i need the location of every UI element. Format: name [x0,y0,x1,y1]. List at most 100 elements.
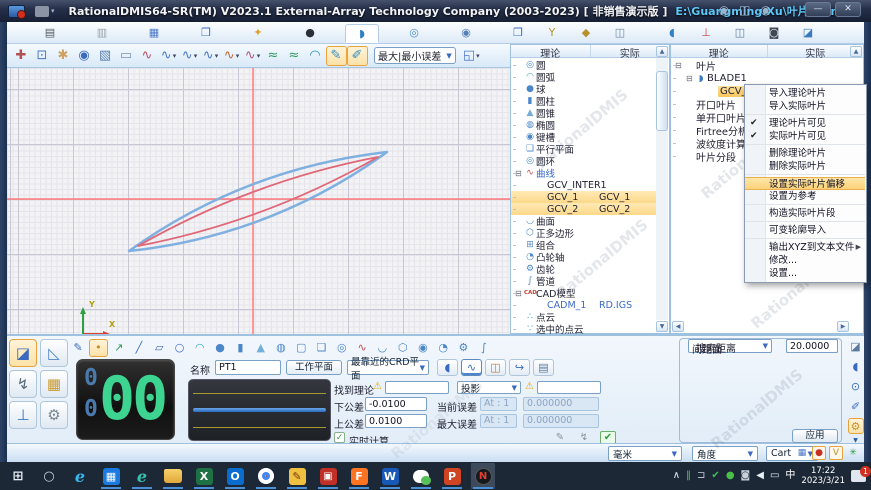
realtime-checkbox[interactable]: ✓ [334,432,345,443]
tab-blade2[interactable]: ◖ [655,24,689,43]
graph-window-icon[interactable]: ▦ [795,446,809,460]
foxit-icon[interactable]: F [347,463,371,489]
tree-item-gear[interactable]: ⚙ 齿轮 [511,263,657,275]
expander-icon[interactable]: ⊟ [675,61,684,70]
scroll-up-button[interactable]: ▲ [850,46,862,57]
units-select[interactable]: 毫米▼ [608,446,682,461]
tree-item-group[interactable]: ⊞ 组合 [511,239,657,251]
menu-delete-actual-blade[interactable]: 删除实际叶片 [745,160,865,175]
probe-hand-button[interactable]: ✐ [848,398,864,414]
tray-antivirus-icon[interactable]: ✔ [711,471,719,481]
zoom-region-tool[interactable]: ⊡ [32,46,53,66]
title-bar[interactable]: ▾ RationalDMIS64-SR(TM) V2023.1 External… [0,0,871,22]
blade-move-tool[interactable]: ∿ ▾ [158,46,179,66]
tree-item-cad-model[interactable]: ⊟ CAD CAD模型 [511,287,657,299]
tab-shield[interactable]: ◆ [569,24,603,43]
workplane-button[interactable]: 工作平面 [286,360,342,375]
tray-expand-icon[interactable]: ∧ [673,471,680,481]
edge-icon[interactable]: e [130,463,154,489]
view-eye-tool[interactable]: ◉ [74,46,95,66]
vision-icon[interactable]: V [829,446,843,460]
scroll-up-button[interactable]: ▲ [656,46,668,57]
menu-actual-blade-visible[interactable]: ✔ 实际叶片可见 [745,130,865,145]
angle-select[interactable]: 角度▼ [692,446,758,461]
tab-cube[interactable]: ❒ [501,24,535,43]
tree-item-camshaft[interactable]: ◔ 凸轮轴 [511,251,657,263]
tab-camera[interactable]: ◙ [757,24,791,43]
probe-tools-button[interactable]: ⚙ [40,401,68,429]
vector-tool[interactable]: ↗ [110,339,128,357]
quick-access-icon[interactable] [35,6,49,17]
tab-document[interactable]: ▥ [85,24,119,43]
circle-tool[interactable]: ○ [170,339,188,357]
chevron-down-icon[interactable]: ▾ [51,7,55,15]
tree-item-cadm-1[interactable]: CADM_1 RD.IGS [511,299,657,311]
expander-icon[interactable]: ⊟ [515,289,524,298]
expander-icon[interactable]: ⊟ [515,169,524,178]
slot-tool[interactable]: ▢ [292,339,310,357]
tree-item-gcv-2[interactable]: GCV_2 GCV_2 [511,203,657,215]
menu-settings[interactable]: 设置... [745,267,865,280]
close-button[interactable]: ✕ [835,2,861,17]
cone-tool[interactable]: ▲ [252,339,270,357]
wechat-icon[interactable] [409,463,433,489]
projection-input[interactable] [537,381,601,394]
graphics-viewport[interactable]: Y X [7,68,510,334]
display-mode-tool[interactable]: ◱ ▾ [461,46,482,66]
transform-tool[interactable]: ✚ [11,46,32,66]
blade-compare-tool[interactable]: ≈ [284,46,305,66]
deviation-graph-tab[interactable]: ∿ [461,359,482,376]
blade-measure-tool[interactable]: ∿ [137,46,158,66]
menu-export-xyz-to-text[interactable]: 输出XYZ到文本文件 ▶ [745,241,865,254]
tree-item-arc[interactable]: ◠ 圆弧 [511,71,657,83]
menu-theoretical-blade-visible[interactable]: ✔ 理论叶片可见 [745,117,865,130]
probe-sound-tab[interactable]: ◖ [437,359,458,376]
lower-tolerance-input[interactable] [365,397,427,411]
tree-item-circle[interactable]: ◎ 圆 [511,59,657,71]
sphere-tool[interactable]: ● [211,339,229,357]
parallel-planes-tool[interactable]: ❏ [312,339,330,357]
security-icon[interactable]: ▣ [316,463,340,489]
app-icon[interactable] [8,5,25,18]
tab-window[interactable]: ◫ [603,24,637,43]
probe-button[interactable]: ↯ [9,370,37,398]
menu-import-theoretical-blade[interactable]: 导入理论叶片 [745,87,865,100]
menu-set-actual-blade-offset[interactable]: 设置实际叶片偏移 [745,177,865,190]
blade-path-tool[interactable]: ∿ ▾ [221,46,242,66]
gear-tool[interactable]: ⚙ [454,339,472,357]
probe-box-button[interactable]: ◪ [848,338,864,354]
start-button[interactable]: ⊞ [6,463,30,489]
projection-select[interactable]: 投影 ▼ [457,381,521,394]
tab-panel[interactable]: ◫ [723,24,757,43]
arc-tool[interactable]: ◠ [191,339,209,357]
tab-probe[interactable]: Y [535,24,569,43]
excel-icon[interactable]: X [192,463,216,489]
ellipse-tool[interactable]: ◍ [272,339,290,357]
tab-output[interactable]: ▤ [33,24,67,43]
line-tool[interactable]: ╱ [130,339,148,357]
tree-item-cylinder[interactable]: ▮ 圆柱 [511,95,657,107]
tree-item-cone[interactable]: ▲ 圆锥 [511,107,657,119]
menu-construct-actual-blade-segment[interactable]: 构造实际叶片段 [745,207,865,222]
settings-gear-button[interactable]: ⚙ [848,418,864,434]
form-tool[interactable]: ▭ [116,46,137,66]
scroll-left-button[interactable]: ◀ [672,321,684,332]
paint-icon[interactable]: ✎ [285,463,309,489]
menu-delete-theoretical-blade[interactable]: 删除理论叶片 [745,147,865,160]
upper-tolerance-input[interactable] [365,414,427,428]
tray-volume-icon[interactable]: ◀ [756,471,764,481]
scroll-down-button[interactable]: ▼ [656,321,668,332]
search-button[interactable]: ○ [37,463,61,489]
chrome-icon[interactable] [254,463,278,489]
tree-item-surface[interactable]: ◡ 曲面 [511,215,657,227]
theory-column-header[interactable]: 理论 [511,45,591,57]
tree-item-sphere[interactable]: ● 球 [511,83,657,95]
powerpoint-icon[interactable]: P [440,463,464,489]
name-input[interactable] [215,360,281,375]
tray-ime-lang[interactable]: 中 [785,471,795,481]
cylinder-tool[interactable]: ▮ [231,339,249,357]
blade-fill-tool[interactable]: ◠ [305,46,326,66]
camshaft-tool[interactable]: ◔ [434,339,452,357]
menu-variable-contour-import[interactable]: 可变轮廓导入 [745,224,865,239]
scrollbar-thumb[interactable] [656,71,668,131]
